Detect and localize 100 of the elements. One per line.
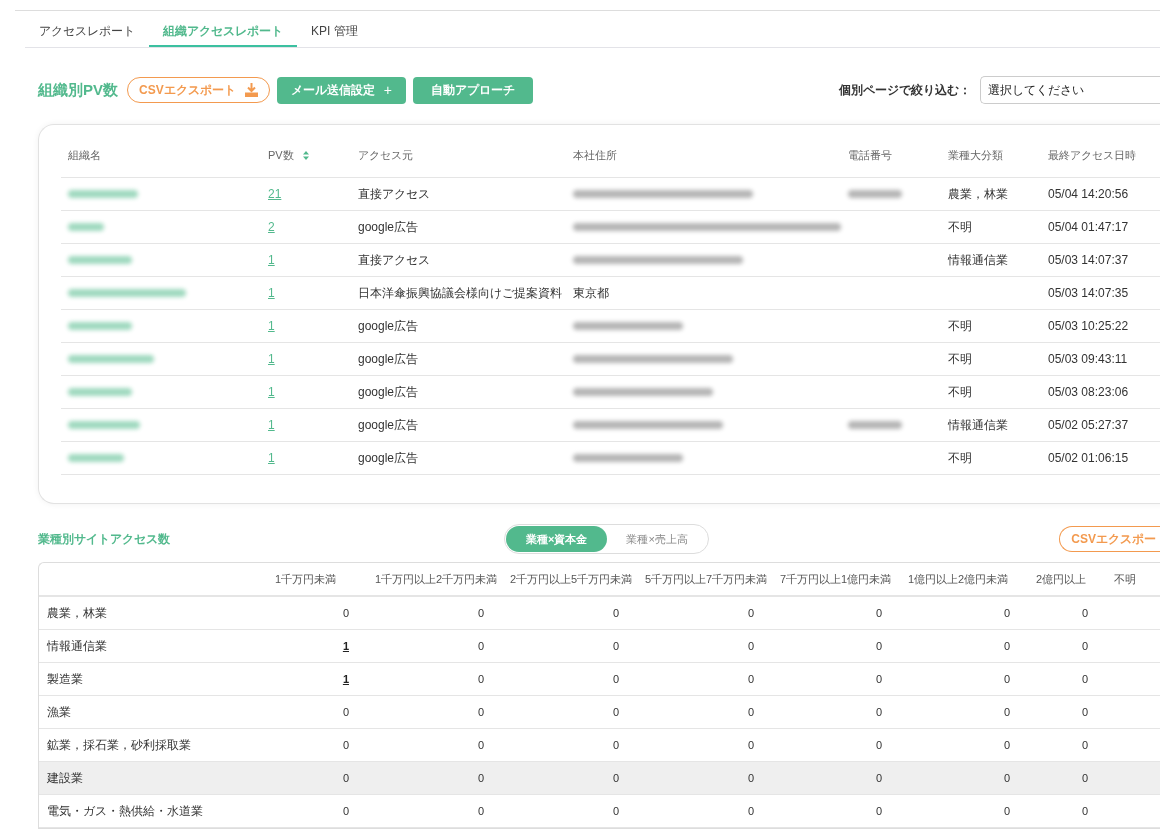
column-header: 1千万円未満 [275, 571, 337, 587]
table-cell: 0 [612, 739, 619, 751]
table-cell: 0 [342, 739, 349, 751]
table-cell: 0 [342, 772, 349, 784]
table-cell: 0 [342, 607, 349, 619]
table-cell: 05/04 14:20:56 [1048, 187, 1129, 201]
row-label: 建設業 [47, 769, 83, 787]
table-cell: 0 [1081, 772, 1088, 784]
toggle-option[interactable]: 業種×資本金 [506, 526, 607, 552]
tab[interactable]: アクセスレポート [25, 19, 149, 47]
table-cell: 0 [747, 706, 754, 718]
table-cell: 情報通信業 [948, 251, 1008, 269]
csv-export-button[interactable]: CSVエクスポート [127, 77, 270, 103]
table-cell: 0 [875, 706, 882, 718]
pv-link[interactable]: 1 [268, 385, 275, 399]
pv-link[interactable]: 1 [268, 451, 275, 465]
column-header: 組織名 [68, 147, 101, 163]
table-cell: 0 [1003, 805, 1010, 817]
table-cell: 0 [1003, 607, 1010, 619]
table-cell: 05/04 01:47:17 [1048, 220, 1129, 234]
table-cell: 0 [1081, 607, 1088, 619]
table-cell: 0 [612, 772, 619, 784]
table-cell: 0 [1081, 805, 1088, 817]
blurred-name[interactable] [68, 355, 154, 363]
table-cell: 0 [1081, 640, 1088, 652]
pv-link[interactable]: 2 [268, 220, 275, 234]
column-header: アクセス元 [358, 147, 413, 163]
table-cell: 情報通信業 [948, 416, 1008, 434]
row-label: 電気・ガス・熱供給・水道業 [47, 802, 203, 820]
table-cell: 0 [747, 739, 754, 751]
mail-settings-button[interactable]: メール送信設定 + [276, 76, 406, 104]
table-cell: 0 [747, 607, 754, 619]
table-cell: 05/03 09:43:11 [1048, 352, 1128, 366]
column-header: 業種大分類 [948, 147, 1003, 163]
table-cell: 0 [875, 673, 882, 685]
pv-link[interactable]: 1 [268, 286, 275, 300]
blurred-name[interactable] [68, 421, 140, 429]
table-cell: 0 [477, 772, 484, 784]
table-cell: 直接アクセス [358, 185, 430, 203]
tab[interactable]: 組織アクセスレポート [149, 19, 297, 47]
table-cell: 0 [1081, 673, 1088, 685]
column-header: 2億円以上 [1036, 571, 1087, 587]
column-header: 7千万円以上1億円未満 [780, 571, 892, 587]
table-cell: 0 [747, 640, 754, 652]
table-cell: 0 [875, 607, 882, 619]
row-label: 鉱業，採石業，砂利採取業 [47, 736, 191, 754]
table-cell: google広告 [358, 350, 419, 368]
count-link[interactable]: 1 [342, 640, 349, 652]
page-filter-select[interactable]: 選択してください [980, 76, 1160, 104]
table-cell: 05/03 08:23:06 [1048, 385, 1129, 399]
table-cell: 直接アクセス [358, 251, 430, 269]
table-cell: 0 [1003, 772, 1010, 784]
table-cell: 05/03 14:07:37 [1048, 253, 1129, 267]
table-cell: 0 [1003, 739, 1010, 751]
table-cell: 不明 [948, 218, 972, 236]
table-cell: 05/02 01:06:15 [1048, 451, 1129, 465]
table-cell: 0 [477, 739, 484, 751]
table-cell: google広告 [358, 218, 419, 236]
table-cell: 0 [477, 607, 484, 619]
download-icon [243, 83, 259, 97]
pv-link[interactable]: 1 [268, 352, 275, 366]
blurred-name[interactable] [68, 223, 104, 231]
blurred-name[interactable] [68, 256, 132, 264]
table-cell: 0 [612, 805, 619, 817]
blurred-phone [848, 421, 902, 429]
table-cell: 0 [477, 673, 484, 685]
table-cell: 0 [1081, 739, 1088, 751]
table-cell: 日本洋傘振興協議会様向けご提案資料 [358, 284, 562, 302]
table-cell: 0 [747, 772, 754, 784]
table-cell: 0 [612, 706, 619, 718]
sort-icon[interactable] [302, 150, 309, 160]
table-cell: 0 [477, 706, 484, 718]
blurred-name[interactable] [68, 388, 132, 396]
blurred-name[interactable] [68, 454, 124, 462]
table-cell: 不明 [948, 449, 972, 467]
auto-approach-button[interactable]: 自動アプローチ [412, 76, 533, 104]
count-link[interactable]: 1 [342, 673, 349, 685]
pv-link[interactable]: 21 [268, 187, 282, 201]
table-cell: 05/03 14:07:35 [1048, 286, 1129, 300]
column-header[interactable]: PV数 [268, 147, 294, 163]
table-cell: 05/03 10:25:22 [1048, 319, 1129, 333]
pv-link[interactable]: 1 [268, 253, 275, 267]
blurred-name[interactable] [68, 322, 132, 330]
section-title: 組織別PV数 [38, 80, 118, 100]
table-cell: 0 [1003, 673, 1010, 685]
column-header: 電話番号 [848, 147, 892, 163]
table-cell: 0 [1081, 706, 1088, 718]
pv-link[interactable]: 1 [268, 418, 275, 432]
row-label: 製造業 [47, 670, 83, 688]
blurred-name[interactable] [68, 289, 186, 297]
table-cell: google広告 [358, 416, 419, 434]
table-cell: 0 [747, 673, 754, 685]
column-header: 1億円以上2億円未満 [908, 571, 1009, 587]
table-cell: 不明 [948, 317, 972, 335]
blurred-name[interactable] [68, 190, 138, 198]
pv-link[interactable]: 1 [268, 319, 275, 333]
csv-export-button[interactable]: CSVエクスポー [1059, 526, 1160, 552]
table-cell: 不明 [948, 383, 972, 401]
toggle-option[interactable]: 業種×売上高 [606, 526, 708, 552]
tab[interactable]: KPI 管理 [297, 19, 372, 47]
